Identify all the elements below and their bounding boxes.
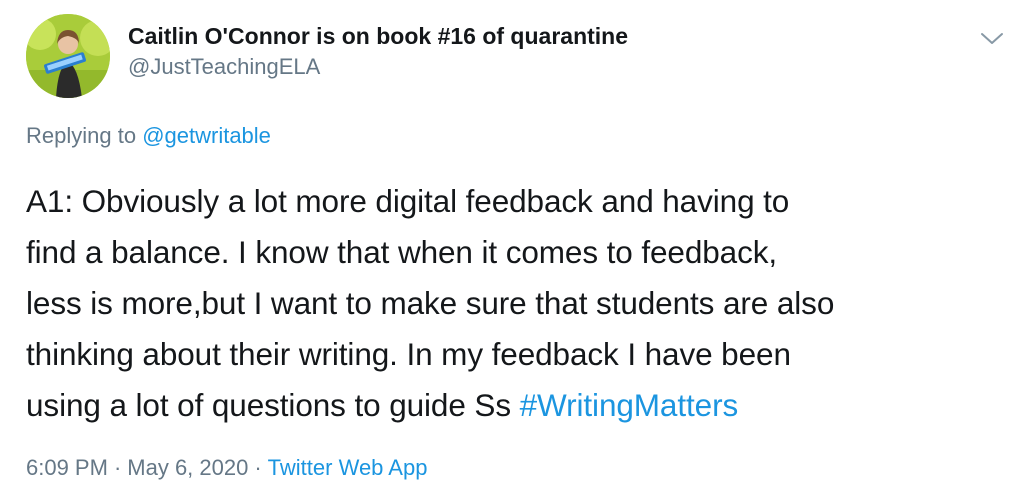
tweet-text-line: less is more,but I want to make sure tha… [26, 285, 835, 321]
hashtag-link[interactable]: #WritingMatters [520, 387, 739, 423]
tweet-meta: 6:09 PM · May 6, 2020 · Twitter Web App [26, 455, 427, 481]
tweet-text-last-line: using a lot of questions to guide Ss #Wr… [26, 380, 1011, 431]
replying-to-label: Replying to [26, 123, 143, 148]
tweet-source-link[interactable]: Twitter Web App [268, 455, 428, 480]
display-name[interactable]: Caitlin O'Connor is on book #16 of quara… [128, 20, 628, 52]
avatar[interactable] [26, 14, 110, 98]
tweet-text: A1: Obviously a lot more digital feedbac… [26, 176, 1011, 431]
tweet-text-line: using a lot of questions to guide Ss [26, 387, 520, 423]
author-names: Caitlin O'Connor is on book #16 of quara… [128, 20, 628, 82]
tweet-time[interactable]: 6:09 PM [26, 455, 108, 480]
tweet-text-line: thinking about their writing. In my feed… [26, 336, 791, 372]
meta-separator: · [254, 455, 262, 480]
reply-to-handle-link[interactable]: @getwritable [142, 123, 271, 148]
tweet-date[interactable]: May 6, 2020 [127, 455, 248, 480]
tweet-header: Caitlin O'Connor is on book #16 of quara… [26, 14, 1006, 104]
avatar-photo-icon [26, 14, 110, 98]
chevron-down-icon [981, 33, 1003, 44]
tweet-menu-button[interactable] [978, 24, 1006, 52]
tweet: Caitlin O'Connor is on book #16 of quara… [0, 0, 1024, 497]
meta-separator: · [113, 455, 122, 480]
user-handle[interactable]: @JustTeachingELA [128, 52, 628, 82]
tweet-text-line: A1: Obviously a lot more digital feedbac… [26, 183, 790, 219]
replying-to: Replying to @getwritable [26, 123, 271, 149]
tweet-text-line: find a balance. I know that when it come… [26, 234, 778, 270]
